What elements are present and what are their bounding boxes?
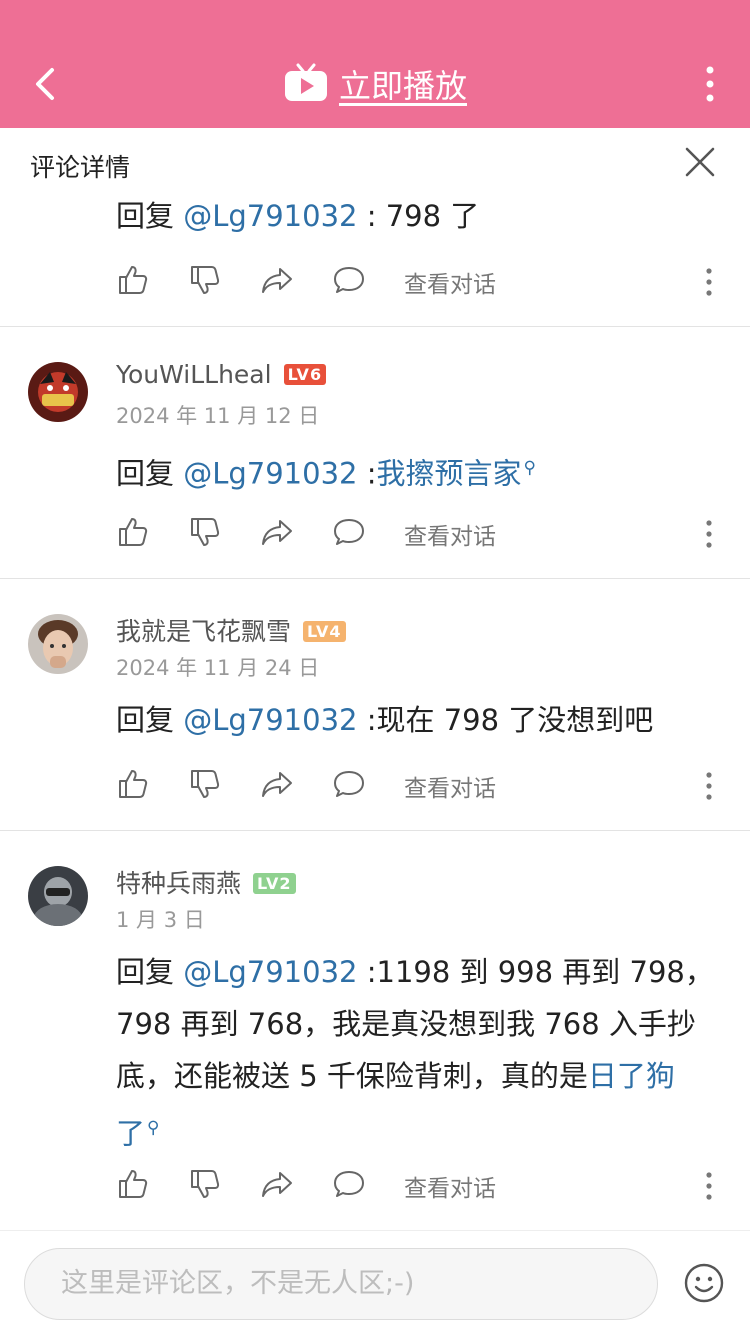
- thumbs-down-icon[interactable]: [188, 263, 222, 297]
- section-title: 评论详情: [30, 153, 131, 182]
- comment-input-bar: 这里是评论区，不是无人区;-): [0, 1230, 750, 1334]
- view-conversation-link[interactable]: 查看对话: [404, 1169, 496, 1203]
- comment-actions: 查看对话: [116, 767, 726, 807]
- comment-bubble-icon[interactable]: [332, 263, 366, 297]
- thumbs-up-icon[interactable]: [116, 1167, 150, 1201]
- share-icon[interactable]: [260, 263, 294, 297]
- comment-text: 回复 @Lg791032 :1198 到 998 再到 798， 798 再到 …: [116, 955, 714, 1151]
- thumbs-down-icon[interactable]: [188, 767, 222, 801]
- comment-text: 回复 @Lg791032 :我擦预言家 ⚲: [116, 456, 536, 491]
- view-conversation-link[interactable]: 查看对话: [404, 265, 496, 299]
- level-badge: LV6: [283, 364, 327, 385]
- top-bar: 立即播放: [0, 0, 750, 128]
- comment-text: 回复 @Lg791032 : 798 了: [116, 199, 480, 233]
- tv-play-icon: [284, 63, 327, 101]
- thumbs-up-icon[interactable]: [116, 263, 150, 297]
- search-keyword-link[interactable]: 了: [116, 1117, 145, 1151]
- comment-more-icon[interactable]: [704, 519, 714, 549]
- play-now-button[interactable]: 立即播放: [0, 60, 750, 108]
- comment-date: 2024 年 11 月 12 日: [116, 404, 320, 428]
- thumbs-up-icon[interactable]: [116, 515, 150, 549]
- avatar[interactable]: [28, 614, 88, 674]
- view-conversation-link[interactable]: 查看对话: [404, 517, 496, 551]
- mention-link[interactable]: @Lg791032: [183, 955, 357, 989]
- share-icon[interactable]: [260, 767, 294, 801]
- level-badge: LV4: [303, 621, 346, 642]
- avatar[interactable]: [28, 362, 88, 422]
- share-icon[interactable]: [260, 1167, 294, 1201]
- share-icon[interactable]: [260, 515, 294, 549]
- comment-text: 回复 @Lg791032 :现在 798 了没想到吧: [116, 703, 654, 737]
- level-badge: LV2: [253, 873, 296, 894]
- username[interactable]: 特种兵雨燕 LV2: [116, 864, 296, 900]
- view-conversation-link[interactable]: 查看对话: [404, 769, 496, 803]
- comment-actions: 查看对话: [116, 263, 726, 303]
- thumbs-down-icon[interactable]: [188, 515, 222, 549]
- mention-link[interactable]: @Lg791032: [183, 199, 357, 233]
- thumbs-down-icon[interactable]: [188, 1167, 222, 1201]
- divider: [0, 830, 750, 831]
- play-now-label[interactable]: 立即播放: [339, 61, 467, 107]
- comment-bubble-icon[interactable]: [332, 515, 366, 549]
- divider: [0, 578, 750, 579]
- comment-more-icon[interactable]: [704, 267, 714, 297]
- divider: [0, 326, 750, 327]
- comment-date: 2024 年 11 月 24 日: [116, 656, 320, 680]
- comment-bubble-icon[interactable]: [332, 1167, 366, 1201]
- comment-more-icon[interactable]: [704, 771, 714, 801]
- more-options-icon[interactable]: [700, 64, 720, 104]
- comment-bubble-icon[interactable]: [332, 767, 366, 801]
- close-icon[interactable]: [684, 146, 716, 178]
- thumbs-up-icon[interactable]: [116, 767, 150, 801]
- mention-link[interactable]: @Lg791032: [183, 457, 357, 491]
- avatar[interactable]: [28, 866, 88, 926]
- comment-detail-header: 评论详情: [0, 128, 750, 198]
- comment-date: 1 月 3 日: [116, 908, 205, 932]
- comment-input[interactable]: 这里是评论区，不是无人区;-): [24, 1248, 658, 1320]
- comment-actions: 查看对话: [116, 1167, 726, 1207]
- emoji-icon[interactable]: [684, 1263, 724, 1303]
- comment-more-icon[interactable]: [704, 1171, 714, 1201]
- mention-link[interactable]: @Lg791032: [183, 703, 357, 737]
- search-mini-icon: ⚲: [147, 1118, 160, 1138]
- username[interactable]: YouWiLLheal LV6: [116, 360, 327, 389]
- search-keyword-link[interactable]: 我擦预言家: [377, 457, 522, 491]
- username[interactable]: 我就是飞花飘雪 LV4: [116, 612, 346, 648]
- search-mini-icon: ⚲: [523, 458, 536, 478]
- search-keyword-link[interactable]: 日了狗: [588, 1059, 675, 1093]
- comment-actions: 查看对话: [116, 515, 726, 555]
